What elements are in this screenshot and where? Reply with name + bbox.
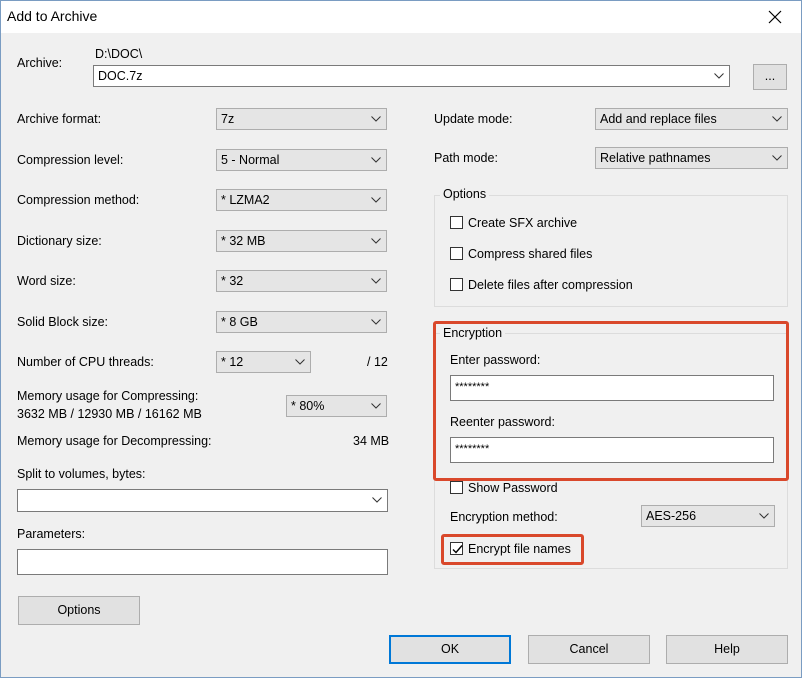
chevron-down-icon [371,238,381,244]
encryption-method-value: AES-256 [646,509,697,523]
chevron-down-icon [372,497,382,503]
memory-compress-combo[interactable]: * 80% [286,395,387,417]
add-to-archive-dialog: Add to Archive Archive: D:\DOC\ DOC.7z .… [0,0,802,678]
create-sfx-label: Create SFX archive [468,216,578,230]
parameters-input[interactable] [17,549,388,575]
dictionary-size-value: * 32 MB [221,234,266,248]
update-mode-value: Add and replace files [600,112,717,126]
delete-after-label: Delete files after compression [468,278,633,292]
chevron-down-icon [772,116,782,122]
archive-path: D:\DOC\ [95,47,143,61]
archive-label: Archive: [17,56,63,70]
cancel-button[interactable]: Cancel [528,635,650,664]
solid-block-size-label: Solid Block size: [17,315,109,329]
archive-name-combo[interactable]: DOC.7z [93,65,730,87]
chevron-down-icon [759,513,769,519]
compression-level-label: Compression level: [17,153,124,167]
chevron-down-icon [371,278,381,284]
update-mode-combo[interactable]: Add and replace files [595,108,788,130]
cpu-threads-max: / 12 [367,355,388,369]
chevron-down-icon [371,116,381,122]
solid-block-size-combo[interactable]: * 8 GB [216,311,387,333]
create-sfx-checkbox[interactable] [450,216,463,229]
archive-format-combo[interactable]: 7z [216,108,387,130]
split-volumes-label: Split to volumes, bytes: [17,467,146,481]
compress-shared-checkbox[interactable] [450,247,463,260]
archive-format-label: Archive format: [17,112,102,126]
close-icon [768,10,782,24]
path-mode-combo[interactable]: Relative pathnames [595,147,788,169]
word-size-label: Word size: [17,274,76,288]
word-size-value: * 32 [221,274,244,288]
compress-shared-label: Compress shared files [468,247,593,261]
update-mode-label: Update mode: [434,112,513,126]
chevron-down-icon [772,155,782,161]
encryption-method-label: Encryption method: [450,510,558,524]
archive-name-value: DOC.7z [98,69,143,83]
help-button[interactable]: Help [666,635,788,664]
memory-compress-label: Memory usage for Compressing: [17,389,199,403]
memory-decompress-label: Memory usage for Decompressing: [17,434,212,448]
split-volumes-combo[interactable] [17,489,388,512]
archive-format-value: 7z [221,112,235,126]
encryption-method-combo[interactable]: AES-256 [641,505,775,527]
close-button[interactable] [755,3,795,31]
word-size-combo[interactable]: * 32 [216,270,387,292]
compression-method-value: * LZMA2 [221,193,270,207]
dictionary-size-label: Dictionary size: [17,234,102,248]
show-password-checkbox[interactable] [450,481,463,494]
title-bar: Add to Archive [1,1,801,33]
memory-compress-detail: 3632 MB / 12930 MB / 16162 MB [17,407,202,421]
compression-level-value: 5 - Normal [221,153,280,167]
browse-button[interactable]: ... [753,64,787,90]
cpu-threads-label: Number of CPU threads: [17,355,154,369]
chevron-down-icon [295,359,305,365]
cpu-threads-value: * 12 [221,355,244,369]
dictionary-size-combo[interactable]: * 32 MB [216,230,387,252]
dialog-title: Add to Archive [7,8,98,24]
password-highlight-box [433,321,789,481]
options-group-title: Options [440,187,490,201]
chevron-down-icon [371,319,381,325]
encrypt-names-highlight-box [441,534,584,565]
path-mode-value: Relative pathnames [600,151,711,165]
chevron-down-icon [371,157,381,163]
chevron-down-icon [714,73,724,79]
parameters-label: Parameters: [17,527,86,541]
compression-method-label: Compression method: [17,193,140,207]
path-mode-label: Path mode: [434,151,498,165]
ok-button[interactable]: OK [389,635,511,664]
delete-after-checkbox[interactable] [450,278,463,291]
cpu-threads-combo[interactable]: * 12 [216,351,311,373]
chevron-down-icon [371,403,381,409]
memory-decompress-value: 34 MB [353,434,390,448]
show-password-label: Show Password [468,481,558,495]
memory-compress-value: * 80% [291,399,325,413]
options-button[interactable]: Options [18,596,140,625]
solid-block-size-value: * 8 GB [221,315,258,329]
compression-method-combo[interactable]: * LZMA2 [216,189,387,211]
chevron-down-icon [371,197,381,203]
compression-level-combo[interactable]: 5 - Normal [216,149,387,171]
